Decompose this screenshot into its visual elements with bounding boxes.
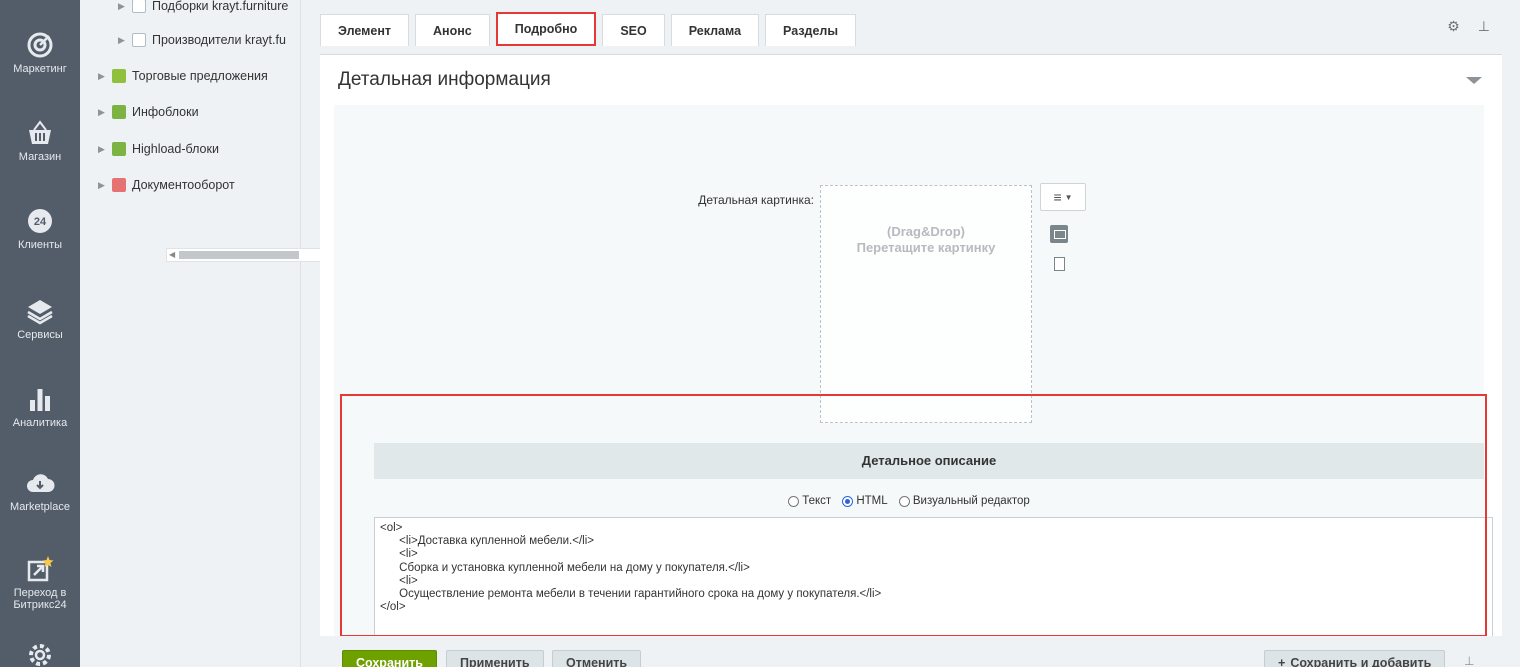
clients-24-icon: 24 bbox=[25, 206, 55, 236]
mode-html-option[interactable]: HTML bbox=[842, 495, 888, 507]
expand-arrow-icon[interactable]: ▶ bbox=[118, 1, 132, 12]
highload-icon bbox=[112, 142, 126, 156]
tree-item-label: Производители krayt.fu bbox=[152, 33, 286, 47]
rail-label: Маркетинг bbox=[13, 63, 67, 75]
left-navigation-rail: Маркетинг Магазин 24 Клиенты Сервисы Ана… bbox=[0, 0, 80, 667]
bitrix-transfer-icon bbox=[25, 554, 55, 584]
tree-item[interactable]: ▶ Инфоблоки bbox=[98, 102, 199, 122]
tree-item[interactable]: ▶ Торговые предложения bbox=[98, 66, 268, 86]
panel-body: Детальная картинка: (Drag&Drop) Перетащи… bbox=[334, 105, 1493, 667]
tree-item-label: Highload-блоки bbox=[132, 142, 219, 156]
rail-label: Marketplace bbox=[10, 501, 70, 513]
rail-item-shop[interactable]: Магазин bbox=[0, 118, 80, 163]
footer-bar: Сохранить Применить Отменить + Сохранить… bbox=[302, 636, 1520, 667]
expand-arrow-icon[interactable]: ▶ bbox=[98, 180, 112, 191]
scroll-left-icon[interactable]: ◀ bbox=[169, 249, 175, 261]
pin-icon[interactable]: ⊥ bbox=[1464, 654, 1474, 667]
cloud-download-icon bbox=[25, 468, 55, 498]
infoblock-icon bbox=[112, 105, 126, 119]
tab-bar: Элемент Анонс Подробно SEO Реклама Разде… bbox=[320, 12, 862, 46]
basket-icon bbox=[25, 118, 55, 148]
mode-visual-label: Визуальный редактор bbox=[912, 495, 1030, 507]
rail-item-services[interactable]: Сервисы bbox=[0, 296, 80, 341]
cancel-button[interactable]: Отменить bbox=[552, 650, 642, 667]
gear-icon bbox=[25, 640, 55, 667]
rail-label: Сервисы bbox=[17, 329, 63, 341]
expand-arrow-icon[interactable]: ▶ bbox=[98, 107, 112, 118]
offers-icon bbox=[112, 69, 126, 83]
mode-text-label: Текст bbox=[802, 495, 832, 507]
rail-label: Клиенты bbox=[17, 239, 63, 251]
collapse-caret-icon[interactable] bbox=[1466, 77, 1482, 84]
expand-arrow-icon[interactable]: ▶ bbox=[118, 35, 132, 46]
rail-item-clients[interactable]: 24 Клиенты bbox=[0, 206, 80, 251]
rail-item-analytics[interactable]: Аналитика bbox=[0, 384, 80, 429]
radio-text[interactable] bbox=[788, 495, 800, 507]
image-menu-button[interactable]: ≡ ▼ bbox=[1040, 183, 1086, 211]
tab-announce[interactable]: Анонс bbox=[415, 14, 490, 46]
tree-panel: ▶ Подборки krayt.furniture ▶ Производите… bbox=[80, 0, 376, 667]
editor-mode-selector: Текст HTML Визуальный редактор bbox=[334, 495, 1484, 510]
document-flow-icon bbox=[112, 178, 126, 192]
mode-text-option[interactable]: Текст bbox=[788, 495, 831, 507]
radio-html[interactable] bbox=[842, 495, 854, 507]
bar-chart-icon bbox=[25, 384, 55, 414]
tree-item-label: Инфоблоки bbox=[132, 105, 199, 119]
main-content: Элемент Анонс Подробно SEO Реклама Разде… bbox=[302, 0, 1520, 667]
image-dropzone[interactable]: (Drag&Drop) Перетащите картинку bbox=[820, 185, 1032, 423]
pin-icon[interactable]: ⊥ bbox=[1478, 18, 1490, 35]
mode-visual-option[interactable]: Визуальный редактор bbox=[898, 495, 1030, 507]
mode-html-label: HTML bbox=[856, 495, 888, 507]
layers-icon bbox=[25, 296, 55, 326]
save-button[interactable]: Сохранить bbox=[342, 650, 437, 667]
dropzone-line-2: Перетащите картинку bbox=[856, 240, 996, 255]
file-icon[interactable] bbox=[1054, 257, 1065, 271]
tab-details[interactable]: Подробно bbox=[495, 12, 597, 46]
tab-advertising[interactable]: Реклама bbox=[670, 14, 760, 46]
svg-text:24: 24 bbox=[34, 216, 47, 228]
menu-icon: ≡ bbox=[1053, 189, 1062, 205]
tree-item-label: Документооборот bbox=[132, 178, 235, 192]
list-icon bbox=[132, 33, 146, 47]
scrollbar-thumb[interactable] bbox=[179, 251, 299, 259]
tab-element[interactable]: Элемент bbox=[320, 14, 410, 46]
list-icon bbox=[132, 0, 146, 13]
tab-tools: ⚙ ⊥ bbox=[1447, 18, 1490, 35]
image-upload-icon[interactable] bbox=[1050, 225, 1068, 243]
description-header: Детальное описание bbox=[374, 443, 1484, 479]
rail-item-marketing[interactable]: Маркетинг bbox=[0, 30, 80, 75]
gear-icon[interactable]: ⚙ bbox=[1447, 18, 1460, 35]
tree-item[interactable]: ▶ Highload-блоки bbox=[98, 139, 219, 159]
radio-visual[interactable] bbox=[898, 495, 910, 507]
rail-item-marketplace[interactable]: Marketplace bbox=[0, 468, 80, 513]
tab-seo[interactable]: SEO bbox=[602, 14, 665, 46]
plus-icon: + bbox=[1278, 656, 1286, 667]
tab-sections[interactable]: Разделы bbox=[765, 14, 857, 46]
save-and-add-button[interactable]: + Сохранить и добавить bbox=[1264, 650, 1446, 667]
rail-label: Магазин bbox=[18, 151, 62, 163]
tree-item-label: Подборки krayt.furniture bbox=[152, 0, 289, 13]
rail-label: Аналитика bbox=[12, 417, 68, 429]
tree-item-label: Торговые предложения bbox=[132, 69, 268, 83]
tree-item[interactable]: ▶ Подборки krayt.furniture bbox=[118, 0, 288, 16]
chevron-down-icon: ▼ bbox=[1064, 192, 1073, 202]
tree-item[interactable]: ▶ Производители krayt.fu bbox=[118, 30, 286, 50]
detail-image-label: Детальная картинка: bbox=[698, 193, 814, 207]
details-panel: Детальная информация Детальная картинка:… bbox=[320, 54, 1502, 667]
save-and-add-label: Сохранить и добавить bbox=[1290, 656, 1432, 667]
rail-label: Переход в Битрикс24 bbox=[13, 587, 67, 611]
tree-item[interactable]: ▶ Документооборот bbox=[98, 175, 235, 195]
expand-arrow-icon[interactable]: ▶ bbox=[98, 144, 112, 155]
rail-item-settings[interactable] bbox=[0, 640, 80, 667]
rail-item-bitrix24[interactable]: Переход в Битрикс24 bbox=[0, 554, 80, 611]
panel-title: Детальная информация bbox=[338, 69, 551, 90]
expand-arrow-icon[interactable]: ▶ bbox=[98, 71, 112, 82]
dropzone-line-1: (Drag&Drop) bbox=[887, 224, 965, 239]
target-icon bbox=[25, 30, 55, 60]
apply-button[interactable]: Применить bbox=[446, 650, 544, 667]
